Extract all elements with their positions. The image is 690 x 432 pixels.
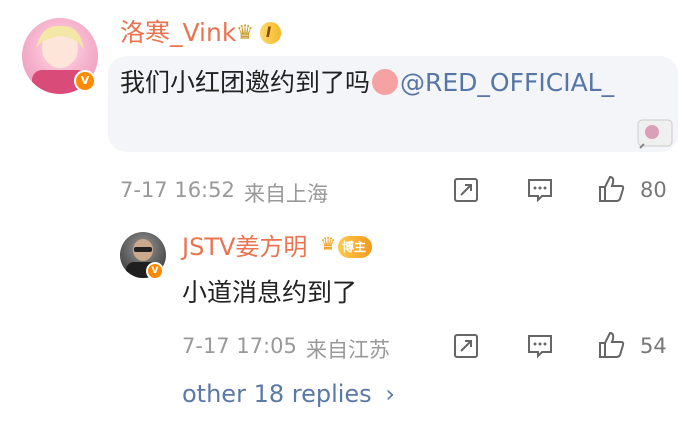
reply-time: 7-17 17:05	[182, 334, 297, 358]
username[interactable]: 洛寒_Vink	[120, 18, 236, 48]
comment-icon[interactable]	[526, 176, 554, 204]
sticker-thumbnail[interactable]	[636, 118, 676, 150]
comment-text: 我们小红团邀约到了吗 @RED_OFFICIAL_	[120, 64, 650, 102]
reply-text: 小道消息约到了	[182, 278, 358, 307]
comment-location: 来自上海	[244, 182, 328, 206]
like-count: 54	[640, 334, 667, 358]
reply-location: 来自江苏	[306, 338, 390, 362]
verified-badge-icon: V	[146, 262, 164, 280]
like-count: 80	[640, 178, 667, 202]
level-badge: I	[260, 22, 282, 44]
reply-username[interactable]: JSTV姜方明	[182, 232, 307, 262]
verified-badge-icon: V	[74, 70, 96, 92]
mention-link[interactable]: @RED_OFFICIAL_	[400, 68, 614, 97]
more-replies-link[interactable]: other 18 replies ›	[182, 380, 395, 408]
crown-icon: ♛	[236, 20, 254, 44]
share-icon[interactable]	[452, 176, 480, 204]
like-icon[interactable]	[596, 330, 626, 360]
share-icon[interactable]	[452, 332, 480, 360]
comment-time: 7-17 16:52	[120, 178, 235, 202]
chevron-right-icon: ›	[385, 380, 395, 408]
blogger-badge: 博主	[338, 236, 373, 258]
level-label: I	[266, 25, 272, 41]
more-replies-label: other 18 replies	[182, 380, 372, 408]
emoji-icon	[372, 69, 399, 95]
crown-icon: ♛	[320, 234, 337, 255]
like-icon[interactable]	[596, 174, 626, 204]
comment-icon[interactable]	[526, 332, 554, 360]
comment-body: 我们小红团邀约到了吗	[120, 68, 371, 97]
